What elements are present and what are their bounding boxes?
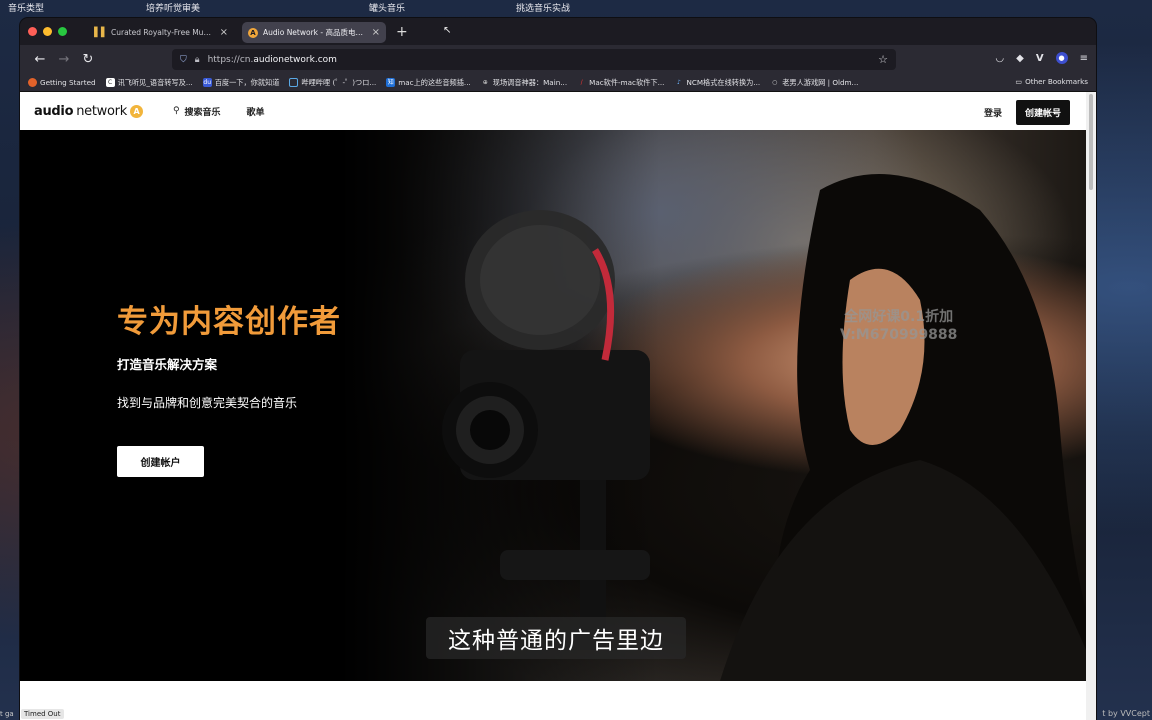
menu-icon[interactable]: ≡ bbox=[1080, 53, 1088, 64]
site-nav: ⚲ 搜索音乐 歌单 bbox=[173, 105, 265, 118]
desktop-text: t ga bbox=[0, 710, 14, 718]
zoom-window-button[interactable] bbox=[58, 27, 67, 36]
desktop-label: 培养听觉审美 bbox=[146, 4, 201, 14]
tab-label: Curated Royalty-Free Music Libr bbox=[111, 28, 215, 37]
audio-network-icon: A bbox=[248, 27, 258, 38]
scrollbar-thumb[interactable] bbox=[1089, 94, 1093, 190]
pocket-icon[interactable]: ◡ bbox=[995, 53, 1004, 64]
xunfei-icon: C bbox=[105, 78, 115, 87]
zhihu-icon: 知 bbox=[386, 78, 396, 87]
search-icon: ⚲ bbox=[172, 106, 180, 116]
bookmark-item[interactable]: du 百度一下，你就知道 bbox=[202, 78, 279, 88]
address-bar[interactable]: ⛉ 🔒︎ https://cn.audionetwork.com ☆ bbox=[172, 49, 896, 70]
close-icon[interactable]: × bbox=[372, 27, 380, 38]
tab-audio-network[interactable]: A Audio Network - 高品质电视、电影 × bbox=[242, 22, 386, 43]
playlists-link[interactable]: 歌单 bbox=[247, 105, 265, 118]
baidu-icon: du bbox=[202, 78, 212, 87]
lock-icon[interactable]: 🔒︎ bbox=[195, 55, 200, 65]
toolbar-extensions: ◡ ◆ V ● ≡ bbox=[995, 52, 1088, 64]
other-bookmarks[interactable]: ▭ Other Bookmarks bbox=[1015, 77, 1088, 86]
page-scrollbar[interactable] bbox=[1086, 92, 1096, 720]
tab-bar: ▌▌ Curated Royalty-Free Music Libr × A A… bbox=[20, 18, 1096, 45]
close-icon[interactable]: × bbox=[220, 27, 228, 38]
globe-icon: ⊕ bbox=[482, 79, 488, 86]
bookmark-star-icon[interactable]: ☆ bbox=[878, 53, 888, 66]
bookmarks-bar: Getting Started C 讯飞听见_语音转写及... du 百度一下，你就… bbox=[20, 74, 1096, 92]
mouse-cursor-icon: ↖ bbox=[443, 25, 452, 36]
shield-icon[interactable]: ⛉ bbox=[180, 55, 187, 65]
desktop-label: 挑选音乐实战 bbox=[516, 4, 571, 14]
bookmark-item[interactable]: / Mac软件-mac软件下... bbox=[577, 78, 665, 88]
header-actions: 登录 创建帐号 bbox=[984, 100, 1070, 125]
bookmark-item[interactable]: 知 mac上的这些音频插... bbox=[386, 78, 471, 88]
forward-arrow-icon[interactable]: → bbox=[52, 52, 76, 67]
create-account-button[interactable]: 创建帐号 bbox=[1015, 100, 1070, 125]
back-arrow-icon[interactable]: ← bbox=[28, 52, 52, 67]
desktop-label: 罐头音乐 bbox=[369, 4, 406, 14]
close-window-button[interactable] bbox=[28, 27, 37, 36]
desktop-credit-text: t by VVCept bbox=[1102, 709, 1150, 718]
logo-badge-icon: A bbox=[129, 104, 143, 118]
url-text[interactable]: https://cn.audionetwork.com bbox=[208, 55, 337, 65]
firefox-icon bbox=[28, 78, 37, 87]
watermark-text: 全网好课0.1折加 V:M670999888 bbox=[840, 309, 958, 343]
login-link[interactable]: 登录 bbox=[984, 106, 1002, 119]
timed-out-status: Timed Out bbox=[21, 709, 64, 719]
circle-icon: ○ bbox=[772, 79, 778, 86]
tab-curated-music[interactable]: ▌▌ Curated Royalty-Free Music Libr × bbox=[90, 22, 234, 43]
new-tab-button[interactable]: + bbox=[396, 24, 408, 40]
site-header: audio network A ⚲ 搜索音乐 歌单 登录 创建帐号 bbox=[20, 92, 1086, 130]
music-note-icon: ♪ bbox=[677, 79, 681, 86]
bookmark-item[interactable]: C 讯飞听见_语音转写及... bbox=[105, 78, 193, 88]
bookmark-item[interactable]: 哔哩哔哩 (゜-゜)つロ... bbox=[289, 78, 376, 88]
bookmark-item[interactable]: ♪ NCM格式在线转换为... bbox=[674, 78, 760, 88]
audio-network-logo[interactable]: audio network A bbox=[34, 104, 143, 119]
desktop-label: 音乐类型 bbox=[8, 4, 45, 14]
video-caption: 这种普通的广告里边 bbox=[426, 617, 686, 659]
hero-title: 专为内容创作者 bbox=[117, 304, 341, 340]
navigation-toolbar: ← → ↻ ⛉ 🔒︎ https://cn.audionetwork.com ☆… bbox=[20, 45, 1096, 74]
bilibili-icon bbox=[289, 78, 299, 87]
bookmark-item[interactable]: ⊕ 现场调音神器：Main... bbox=[481, 78, 567, 88]
extension-icon[interactable]: ◆ bbox=[1016, 53, 1024, 64]
tab-label: Audio Network - 高品质电视、电影 bbox=[263, 28, 367, 37]
hero-description: 找到与品牌和创意完美契合的音乐 bbox=[117, 396, 298, 410]
macsoft-icon: / bbox=[580, 79, 583, 86]
reload-icon[interactable]: ↻ bbox=[76, 52, 100, 67]
search-music-link[interactable]: ⚲ 搜索音乐 bbox=[173, 105, 221, 118]
account-icon[interactable]: ● bbox=[1055, 52, 1068, 64]
folder-icon: ▭ bbox=[1015, 77, 1023, 86]
hero-subtitle: 打造音乐解决方案 bbox=[117, 357, 218, 372]
vd-extension-icon[interactable]: V bbox=[1036, 53, 1044, 64]
bars-icon: ▌▌ bbox=[94, 27, 108, 38]
desktop-top-labels: 音乐类型 培养听觉审美 罐头音乐 挑选音乐实战 bbox=[0, 0, 1152, 14]
bookmark-item[interactable]: ○ 老男人游戏网 | Oldm... bbox=[770, 78, 858, 88]
create-account-cta-button[interactable]: 创建帐户 bbox=[117, 446, 204, 477]
hero-banner: 专为内容创作者 打造音乐解决方案 找到与品牌和创意完美契合的音乐 创建帐户 全网… bbox=[20, 130, 1086, 681]
minimize-window-button[interactable] bbox=[43, 27, 52, 36]
browser-window: ▌▌ Curated Royalty-Free Music Libr × A A… bbox=[20, 18, 1096, 720]
window-controls bbox=[28, 27, 67, 36]
bookmark-item[interactable]: Getting Started bbox=[28, 78, 96, 87]
